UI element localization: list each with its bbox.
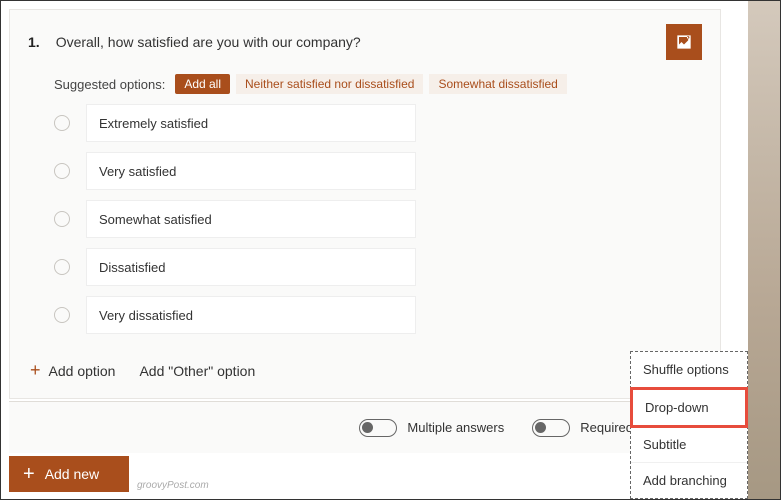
option-row: Very dissatisfied: [54, 296, 676, 334]
image-icon: [674, 32, 694, 52]
add-all-chip[interactable]: Add all: [175, 74, 230, 94]
radio-icon: [54, 163, 70, 179]
option-row: Extremely satisfied: [54, 104, 676, 142]
add-option-label: Add option: [49, 363, 116, 379]
plus-icon: +: [30, 360, 41, 381]
toggle-label: Multiple answers: [407, 420, 504, 435]
suggested-label: Suggested options:: [54, 77, 165, 92]
more-options-menu: Shuffle options Drop-down Subtitle Add b…: [630, 351, 748, 499]
suggested-chip[interactable]: Neither satisfied nor dissatisfied: [236, 74, 423, 94]
radio-icon: [54, 211, 70, 227]
toggle-label: Required: [580, 420, 633, 435]
question-header: 1. Overall, how satisfied are you with o…: [10, 10, 720, 74]
question-card: 1. Overall, how satisfied are you with o…: [9, 9, 721, 399]
option-input[interactable]: Very satisfied: [86, 152, 416, 190]
add-new-label: Add new: [45, 466, 99, 482]
watermark: groovyPost.com: [137, 480, 209, 491]
option-row: Somewhat satisfied: [54, 200, 676, 238]
add-option-row: + Add option Add "Other" option: [10, 344, 720, 381]
option-row: Very satisfied: [54, 152, 676, 190]
multiple-answers-toggle[interactable]: Multiple answers: [359, 419, 504, 437]
option-input[interactable]: Dissatisfied: [86, 248, 416, 286]
menu-shuffle-options[interactable]: Shuffle options: [631, 352, 747, 388]
insert-image-button[interactable]: [666, 24, 702, 60]
question-text[interactable]: Overall, how satisfied are you with our …: [56, 34, 666, 50]
toggle-off-icon: [359, 419, 397, 437]
options-list: Extremely satisfied Very satisfied Somew…: [10, 104, 720, 334]
menu-subtitle[interactable]: Subtitle: [631, 427, 747, 463]
question-toolbar: Multiple answers Required ⋯: [9, 401, 721, 453]
option-row: Dissatisfied: [54, 248, 676, 286]
option-input[interactable]: Very dissatisfied: [86, 296, 416, 334]
toggle-off-icon: [532, 419, 570, 437]
menu-add-branching[interactable]: Add branching: [631, 463, 747, 498]
question-number: 1.: [28, 34, 40, 50]
option-input[interactable]: Somewhat satisfied: [86, 200, 416, 238]
radio-icon: [54, 115, 70, 131]
radio-icon: [54, 259, 70, 275]
suggested-chip[interactable]: Somewhat dissatisfied: [429, 74, 566, 94]
add-new-button[interactable]: + Add new: [9, 456, 129, 492]
suggested-options-row: Suggested options: Add all Neither satis…: [10, 74, 720, 104]
add-other-label: Add "Other" option: [139, 363, 255, 379]
radio-icon: [54, 307, 70, 323]
menu-drop-down[interactable]: Drop-down: [630, 387, 748, 428]
required-toggle[interactable]: Required: [532, 419, 633, 437]
add-other-button[interactable]: Add "Other" option: [139, 363, 255, 379]
plus-icon: +: [23, 463, 35, 486]
add-option-button[interactable]: + Add option: [30, 360, 115, 381]
option-input[interactable]: Extremely satisfied: [86, 104, 416, 142]
background-strip: [748, 1, 780, 499]
